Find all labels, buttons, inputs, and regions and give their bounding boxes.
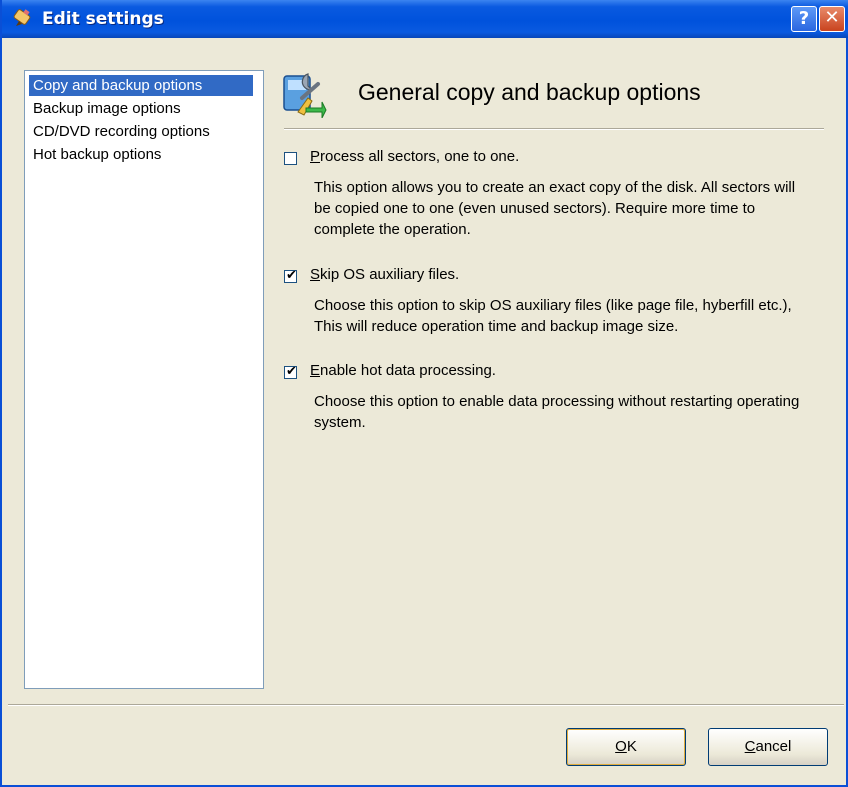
pencil-icon: [13, 9, 31, 26]
page-title: General copy and backup options: [358, 79, 701, 105]
checkmark-icon: ✔: [286, 268, 297, 283]
settings-category-list[interactable]: Copy and backup options Backup image opt…: [24, 70, 264, 689]
process-all-sectors-label[interactable]: Process all sectors, one to one.: [310, 148, 519, 165]
edit-settings-window: Edit settings ? ✕ Copy and backup option…: [0, 0, 848, 787]
close-button[interactable]: ✕: [819, 6, 845, 32]
skip-os-auxiliary-description: Choose this option to skip OS auxiliary …: [314, 297, 792, 335]
process-all-sectors-checkbox[interactable]: [284, 152, 297, 165]
enable-hot-data-checkbox[interactable]: ✔: [284, 364, 297, 379]
list-item-hot-backup[interactable]: Hot backup options: [29, 144, 165, 165]
footer-divider: [8, 704, 844, 706]
cancel-button[interactable]: Cancel: [708, 728, 828, 766]
process-all-sectors-description: This option allows you to create an exac…: [314, 179, 796, 238]
list-item-copy-and-backup[interactable]: Copy and backup options: [29, 75, 253, 96]
settings-wrench-icon: [283, 73, 327, 118]
skip-os-auxiliary-label[interactable]: Skip OS auxiliary files.: [310, 266, 459, 283]
help-button[interactable]: ?: [791, 6, 817, 32]
header-divider: [284, 128, 824, 130]
list-item-cd-dvd-recording[interactable]: CD/DVD recording options: [29, 121, 214, 142]
list-item-backup-image[interactable]: Backup image options: [29, 98, 185, 119]
window-title: Edit settings: [42, 9, 164, 29]
ok-button[interactable]: OK: [566, 728, 686, 766]
title-bar[interactable]: Edit settings ? ✕: [2, 0, 848, 38]
enable-hot-data-description: Choose this option to enable data proces…: [314, 393, 800, 431]
skip-os-auxiliary-checkbox[interactable]: ✔: [284, 268, 297, 283]
checkmark-icon: ✔: [286, 364, 297, 379]
enable-hot-data-label[interactable]: Enable hot data processing.: [310, 362, 496, 379]
